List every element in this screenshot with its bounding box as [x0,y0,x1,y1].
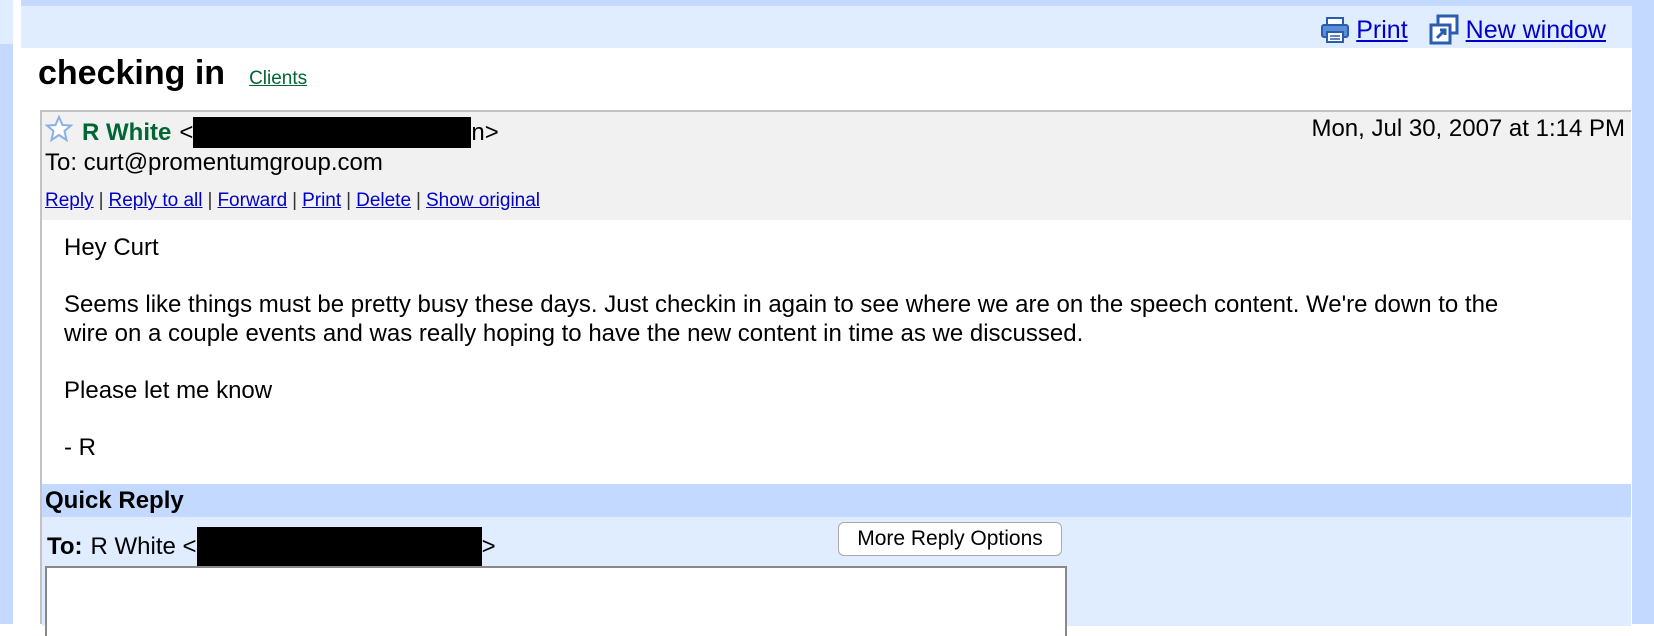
body-paragraph: Seems like things must be pretty busy th… [64,291,1499,347]
quick-reply-title: Quick Reply [45,487,184,514]
quick-reply-header: Quick Reply [42,484,1631,517]
sender-name[interactable]: R White [82,119,171,147]
show-original-link[interactable]: Show original [426,190,540,211]
print-all-link[interactable]: Print [1320,15,1408,45]
message-body: Hey Curt Seems like things must be prett… [64,233,1524,490]
quick-reply-to-label: To: [47,533,83,560]
delete-link[interactable]: Delete [356,190,411,211]
quick-reply-textarea[interactable] [45,566,1067,636]
sender-email-tail: n> [471,118,499,146]
star-outline-icon[interactable] [45,115,73,143]
body-greeting: Hey Curt [64,234,159,261]
message-view: checking in Clients R White < n> Mon, Ju… [21,48,1632,636]
message-date: Mon, Jul 30, 2007 at 1:14 PM [1311,115,1625,142]
redacted-recipient-email [196,527,482,567]
forward-link[interactable]: Forward [217,190,287,211]
quick-reply-panel: To: R White < > More Reply Options [42,517,1631,636]
new-window-link[interactable]: New window [1428,14,1606,46]
more-reply-options-button[interactable]: More Reply Options [838,522,1062,556]
message-header: R White < n> Mon, Jul 30, 2007 at 1:14 P… [42,112,1631,220]
message-card: R White < n> Mon, Jul 30, 2007 at 1:14 P… [40,110,1631,636]
subject-row: checking in Clients [38,54,307,93]
left-frame-strip-top [0,0,13,44]
reply-all-link[interactable]: Reply to all [109,190,203,211]
body-signature: - R [64,434,96,461]
message-actions: Reply | Reply to all | Forward | Print | Delete |… [45,190,541,211]
print-all-label[interactable]: Print [1356,16,1407,45]
message-toolbar: Print New window [21,6,1632,48]
redacted-sender-email [193,117,472,148]
new-window-icon [1429,14,1459,45]
label-clients-link[interactable]: Clients [249,68,307,90]
new-window-label[interactable]: New window [1466,16,1606,45]
sender-open-bracket: < [179,118,194,146]
print-message-link[interactable]: Print [302,190,341,211]
left-frame-strip [0,0,13,624]
reply-link[interactable]: Reply [45,190,94,211]
quick-reply-to-tail: > [481,533,496,560]
recipient-line: To: curt@promentumgroup.com [45,149,383,176]
sender-line: R White < n> [82,117,499,148]
quick-reply-to-name: R White < [90,533,197,560]
printer-icon [1321,17,1350,43]
thread-subject: checking in [38,54,226,92]
quick-reply-recipient: To: R White < > [47,527,496,567]
body-closing: Please let me know [64,377,273,404]
